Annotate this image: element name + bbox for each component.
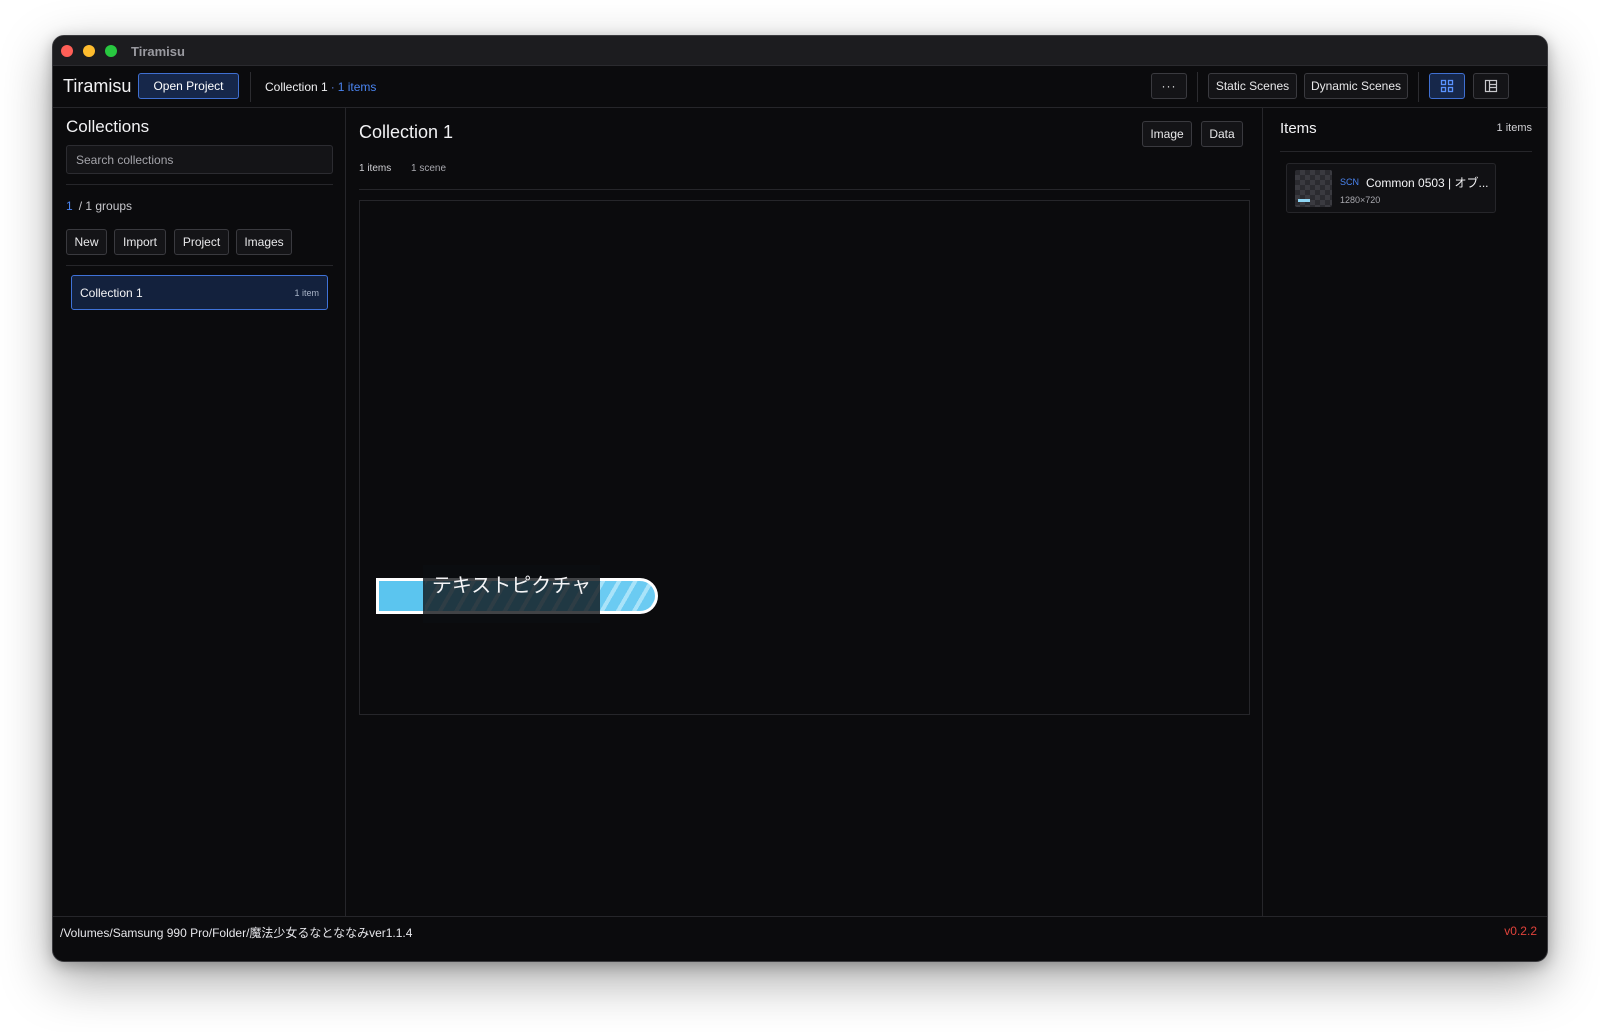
items-title: Items (1280, 120, 1317, 137)
project-button[interactable]: Project (174, 229, 229, 255)
open-project-button[interactable]: Open Project (138, 73, 239, 99)
items-count-label: 1 items (1496, 122, 1532, 134)
toolbar-divider (1197, 72, 1198, 102)
scene-type-badge: SCN (1340, 177, 1360, 187)
items-count: 1 items (359, 163, 392, 174)
grid-view-icon (1440, 79, 1454, 93)
app-version: v0.2.2 (1504, 924, 1537, 938)
collection-count: 1 item (294, 288, 319, 298)
images-button[interactable]: Images (236, 229, 292, 255)
toolbar-divider (250, 72, 251, 102)
new-collection-button[interactable]: New (66, 229, 107, 255)
close-window-button[interactable] (61, 45, 73, 57)
import-button[interactable]: Import (114, 229, 166, 255)
grid-view-button[interactable] (1429, 73, 1465, 99)
breadcrumb: Collection 1 · 1 items (265, 80, 376, 94)
collection-view: Collection 1 Image Data 1 items 1 scene … (346, 108, 1263, 916)
collection-title: Collection 1 (359, 122, 454, 142)
panel-layout-icon (1484, 79, 1498, 93)
groups-total: / 1 groups (78, 199, 133, 213)
app-name: Tiramisu (63, 76, 132, 96)
text-picture-label: テキストピクチャ (431, 573, 592, 597)
project-path: /Volumes/Samsung 990 Pro/Folder/魔法少女るなとな… (60, 926, 413, 940)
toolbar: Tiramisu Open Project Collection 1 · 1 ite… (53, 66, 1547, 108)
window-title: Tiramisu (131, 44, 185, 59)
app-window: Tiramisu Tiramisu Open Project Collectio… (52, 35, 1548, 962)
panel-layout-button[interactable] (1473, 73, 1509, 99)
items-panel: Items 1 items SCN Common 0503 | オブ... 12… (1263, 108, 1547, 916)
collections-title: Collections (66, 117, 150, 136)
dynamic-scenes-button[interactable]: Dynamic Scenes (1304, 73, 1408, 99)
scene-thumbnail (1295, 170, 1332, 207)
scene-dimensions: 1280×720 (1340, 195, 1381, 205)
scene-preview[interactable]: テキストピクチャ (359, 200, 1250, 715)
status-bar: /Volumes/Samsung 990 Pro/Folder/魔法少女るなとな… (53, 916, 1547, 961)
scene-item-card[interactable]: SCN Common 0503 | オブ... 1280×720 (1286, 163, 1496, 213)
collection-item[interactable]: Collection 1 1 item (71, 275, 328, 310)
image-button[interactable]: Image (1142, 121, 1192, 147)
divider (66, 265, 333, 266)
groups-current: 1 (66, 199, 73, 213)
more-options-button[interactable]: ··· (1151, 73, 1187, 99)
divider (1280, 151, 1532, 152)
toolbar-divider (1418, 72, 1419, 102)
breadcrumb-count: 1 items (337, 80, 377, 94)
title-bar: Tiramisu (53, 36, 1547, 66)
data-button[interactable]: Data (1201, 121, 1243, 147)
collections-sidebar: Collections 1 / 1 groups New Import Proje… (53, 108, 346, 916)
divider (359, 189, 1250, 190)
collection-name: Collection 1 (80, 286, 143, 300)
breadcrumb-collection[interactable]: Collection 1 (265, 80, 328, 94)
search-collections-input[interactable] (66, 145, 333, 174)
scene-count: 1 scene (411, 163, 447, 174)
zoom-window-button[interactable] (105, 45, 117, 57)
groups-indicator: 1 / 1 groups (66, 199, 132, 213)
divider (66, 184, 333, 185)
minimize-window-button[interactable] (83, 45, 95, 57)
static-scenes-button[interactable]: Static Scenes (1208, 73, 1297, 99)
breadcrumb-separator: · (330, 80, 335, 94)
scene-name: Common 0503 | オブ... (1366, 176, 1489, 190)
